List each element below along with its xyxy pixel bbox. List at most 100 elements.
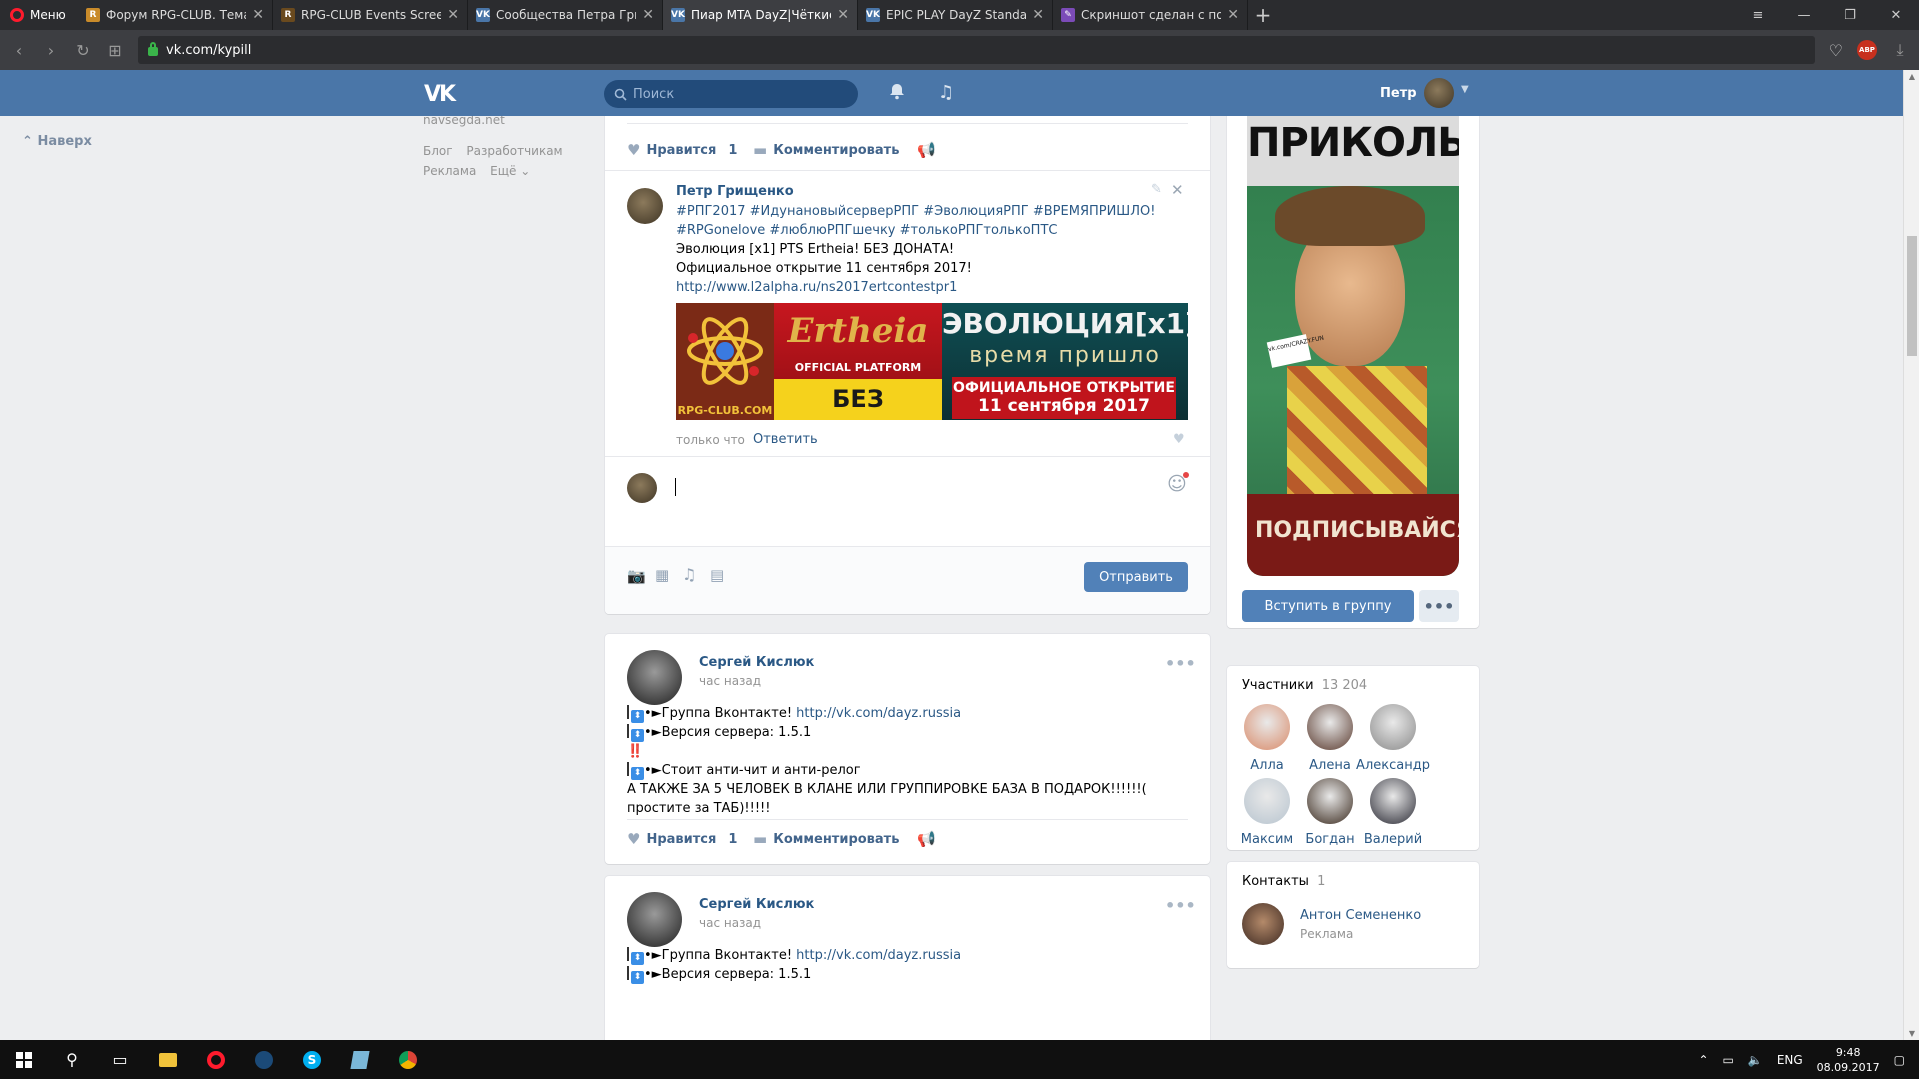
post-author-avatar[interactable]	[627, 650, 682, 705]
camera-icon[interactable]: 📷	[627, 567, 646, 585]
footer-link-more[interactable]: Ещё ⌄	[490, 164, 530, 178]
minimize-button[interactable]: —	[1781, 0, 1827, 30]
downloads-icon[interactable]: ⤓	[1891, 40, 1909, 60]
comment-author-avatar[interactable]	[627, 188, 663, 224]
restore-button[interactable]: ❐	[1827, 0, 1873, 30]
tray-chevron-up-icon[interactable]: ⌃	[1698, 1053, 1708, 1067]
video-icon[interactable]: ▦	[655, 566, 669, 584]
taskbar-search-icon[interactable]: ⚲	[48, 1040, 96, 1079]
delete-close-icon[interactable]: ✕	[1171, 181, 1184, 199]
edit-pencil-icon[interactable]: ✎	[1151, 182, 1162, 197]
join-group-button[interactable]: Вступить в группу	[1242, 590, 1414, 622]
comment-button[interactable]: ▬ Комментировать	[753, 141, 899, 159]
audio-icon[interactable]: ♫	[682, 565, 696, 584]
like-button[interactable]: ♥ Нравится 1	[627, 141, 737, 159]
volume-icon[interactable]: 🔈	[1748, 1053, 1763, 1067]
back-to-top-button[interactable]: ⌃ Наверх	[22, 134, 92, 149]
page-scrollbar[interactable]: ▲ ▼	[1903, 70, 1919, 1040]
post-author[interactable]: Сергей Кислюк	[699, 897, 814, 912]
file-explorer-icon[interactable]	[144, 1040, 192, 1079]
notes-app-icon[interactable]	[336, 1040, 384, 1079]
comment-link[interactable]: http://www.l2alpha.ru/ns2017ertcontestpr…	[676, 278, 1155, 297]
task-view-icon[interactable]: ▭	[96, 1040, 144, 1079]
close-window-button[interactable]: ✕	[1873, 0, 1919, 30]
footer-link-blog[interactable]: Блог	[423, 144, 453, 158]
post-time[interactable]: час назад	[699, 674, 761, 688]
bookmark-heart-icon[interactable]: ♡	[1829, 41, 1843, 60]
browser-tab[interactable]: VK Сообщества Петра Грищ ✕	[468, 0, 663, 30]
search-input[interactable]	[633, 86, 833, 102]
network-icon[interactable]: ▭	[1723, 1053, 1734, 1067]
members-header[interactable]: Участники 13 204	[1242, 678, 1367, 693]
post-link[interactable]: http://vk.com/dayz.russia	[796, 706, 961, 721]
send-button[interactable]: Отправить	[1084, 562, 1188, 592]
chevron-down-icon[interactable]: ▼	[1461, 84, 1469, 95]
forward-icon[interactable]: ›	[42, 41, 60, 60]
clock[interactable]: 9:48 08.09.2017	[1817, 1045, 1880, 1075]
chrome-icon[interactable]	[384, 1040, 432, 1079]
adblock-icon[interactable]: ABP	[1857, 40, 1877, 60]
post-menu-icon[interactable]: •••	[1165, 654, 1196, 673]
footer-link-ads[interactable]: Реклама	[423, 164, 476, 178]
member-item[interactable]: Александр	[1355, 704, 1431, 773]
browser-tab[interactable]: R RPG-CLUB Events Screensh ✕	[273, 0, 468, 30]
comment-author[interactable]: Петр Грищенко	[676, 184, 794, 199]
skype-icon[interactable]: S	[288, 1040, 336, 1079]
reload-icon[interactable]: ↻	[74, 41, 92, 60]
speed-dial-icon[interactable]: ⊞	[106, 41, 124, 60]
vk-logo[interactable]: VK	[424, 82, 456, 107]
start-windows-icon[interactable]	[0, 1040, 48, 1079]
browser-tab[interactable]: R Форум RPG-CLUB. Тема: F ✕	[78, 0, 273, 30]
footer-link-developers[interactable]: Разработчикам	[466, 144, 562, 158]
hashtags-line[interactable]: #RPGonelove #люблюРПГшечку #толькоРПГтол…	[676, 221, 1155, 240]
language-indicator[interactable]: ENG	[1777, 1053, 1803, 1067]
document-icon[interactable]: ▤	[710, 566, 724, 584]
hashtags-line[interactable]: #РПГ2017 #ИдунановыйсерверРПГ #ЭволюцияР…	[676, 202, 1155, 221]
steam-icon[interactable]	[240, 1040, 288, 1079]
scrollbar-thumb[interactable]	[1907, 236, 1917, 356]
scroll-up-icon[interactable]: ▲	[1904, 72, 1919, 81]
scroll-down-icon[interactable]: ▼	[1904, 1029, 1919, 1038]
notifications-bell-icon[interactable]	[888, 82, 906, 105]
promo-banner-image[interactable]: RPG-CLUB.COM Ertheia OFFICIAL PLATFORM Б…	[676, 303, 1188, 420]
browser-tab[interactable]: ✎ Скриншот сделан с помо ✕	[1053, 0, 1248, 30]
contact-avatar[interactable]	[1242, 903, 1284, 945]
post-author[interactable]: Сергей Кислюк	[699, 655, 814, 670]
header-avatar[interactable]	[1424, 78, 1454, 108]
more-actions-button[interactable]: •••	[1419, 590, 1459, 622]
contact-name[interactable]: Антон Семененко	[1300, 908, 1421, 923]
comment-input[interactable]	[675, 470, 1175, 530]
tab-close-icon[interactable]: ✕	[1032, 7, 1044, 23]
share-button[interactable]: 📢	[917, 830, 936, 848]
tab-close-icon[interactable]: ✕	[252, 7, 264, 23]
member-item[interactable]: Валерий	[1355, 778, 1431, 847]
post-menu-icon[interactable]: •••	[1165, 896, 1196, 915]
url-field[interactable]: vk.com/kypill	[138, 36, 1815, 64]
browser-tab[interactable]: VK Пиар MTA DayZ|Чёткие п ✕	[663, 0, 858, 30]
comment-button[interactable]: ▬ Комментировать	[753, 830, 899, 848]
share-button[interactable]: 📢	[917, 141, 936, 159]
browser-menu-button[interactable]: Меню	[0, 0, 78, 30]
new-tab-button[interactable]: +	[1248, 0, 1278, 30]
browser-tab[interactable]: VK EPIC PLAY DayZ Standalon ✕	[858, 0, 1053, 30]
tab-close-icon[interactable]: ✕	[837, 7, 849, 23]
contacts-header[interactable]: Контакты 1	[1242, 874, 1325, 889]
action-center-icon[interactable]: ▢	[1894, 1053, 1905, 1067]
group-poster-image[interactable]: ПРИКОЛЫ vk.com/CRAZY.FUN ПОДПИСЫВАЙСЯ	[1247, 116, 1459, 576]
reply-link[interactable]: Ответить	[753, 432, 818, 447]
tab-close-icon[interactable]: ✕	[642, 7, 654, 23]
like-button[interactable]: ♥ Нравится 1	[627, 830, 737, 848]
post-link[interactable]: http://vk.com/dayz.russia	[796, 948, 961, 963]
opera-taskbar-icon[interactable]	[192, 1040, 240, 1079]
tab-close-icon[interactable]: ✕	[1227, 7, 1239, 23]
search-box[interactable]	[604, 80, 858, 108]
back-icon[interactable]: ‹	[10, 41, 28, 60]
tab-menu-icon[interactable]: ≡	[1735, 0, 1781, 30]
post-author-avatar[interactable]	[627, 892, 682, 947]
comment-time[interactable]: только что	[676, 433, 745, 447]
tab-close-icon[interactable]: ✕	[447, 7, 459, 23]
comment-like-heart-icon[interactable]: ♥	[1173, 432, 1185, 447]
post-time[interactable]: час назад	[699, 916, 761, 930]
header-user-name[interactable]: Петр	[1380, 86, 1417, 101]
music-icon[interactable]: ♫	[938, 82, 954, 103]
